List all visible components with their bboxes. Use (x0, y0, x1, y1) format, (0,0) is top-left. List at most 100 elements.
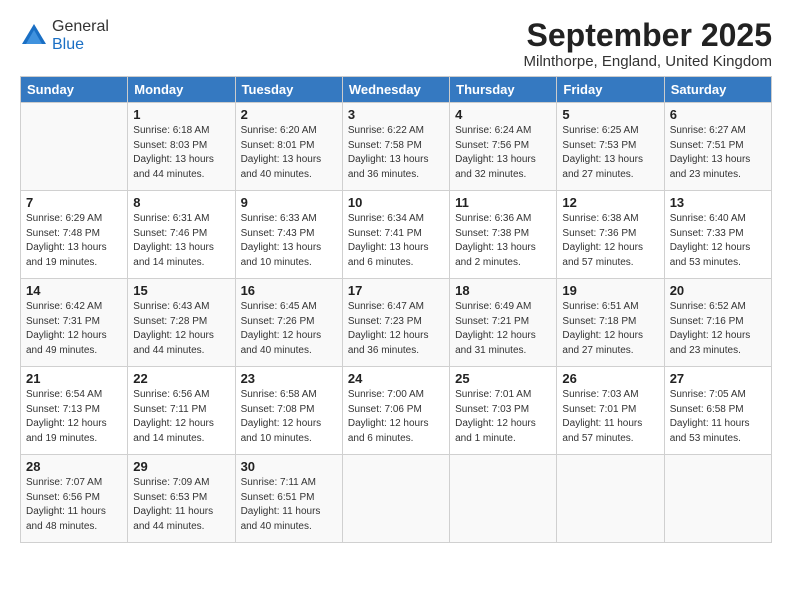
day-info: Sunrise: 6:42 AMSunset: 7:31 PMDaylight:… (26, 300, 122, 358)
calendar-header-friday: Friday (557, 77, 664, 103)
logo-blue: Blue (52, 36, 84, 53)
month-title: September 2025 (524, 18, 772, 53)
day-number: 13 (670, 195, 766, 210)
calendar-cell: 5Sunrise: 6:25 AMSunset: 7:53 PMDaylight… (557, 103, 664, 191)
day-number: 2 (241, 107, 337, 122)
logo-text: General Blue (52, 18, 109, 54)
day-number: 11 (455, 195, 551, 210)
day-number: 6 (670, 107, 766, 122)
day-number: 19 (562, 283, 658, 298)
calendar-cell: 8 Sunrise: 6:31 AMSunset: 7:46 PMDaylight… (128, 191, 235, 279)
calendar-cell: 16Sunrise: 6:45 AMSunset: 7:26 PMDayligh… (235, 279, 342, 367)
logo-general: General (52, 18, 109, 35)
page: General Blue September 2025 Milnthorpe, … (0, 0, 792, 612)
calendar-week-3: 21 Sunrise: 6:54 AMSunset: 7:13 PMDayligh… (21, 367, 772, 455)
day-number: 20 (670, 283, 766, 298)
calendar-cell: 25 Sunrise: 7:01 AMSunset: 7:03 PMDayligh… (450, 367, 557, 455)
calendar-cell: 30Sunrise: 7:11 AMSunset: 6:51 PMDayligh… (235, 455, 342, 543)
day-info: Sunrise: 6:18 AMSunset: 8:03 PMDaylight:… (133, 124, 229, 182)
calendar-header-saturday: Saturday (664, 77, 771, 103)
calendar-header-tuesday: Tuesday (235, 77, 342, 103)
day-info: Sunrise: 6:34 AMSunset: 7:41 PMDaylight:… (348, 212, 444, 270)
day-info: Sunrise: 6:36 AMSunset: 7:38 PMDaylight:… (455, 212, 551, 270)
day-number: 14 (26, 283, 122, 298)
day-info: Sunrise: 6:54 AMSunset: 7:13 PMDaylight:… (26, 388, 122, 446)
day-info: Sunrise: 6:33 AMSunset: 7:43 PMDaylight:… (241, 212, 337, 270)
calendar-cell: 26 Sunrise: 7:03 AMSunset: 7:01 PMDayligh… (557, 367, 664, 455)
header: General Blue September 2025 Milnthorpe, … (20, 18, 772, 70)
day-info: Sunrise: 7:09 AMSunset: 6:53 PMDaylight:… (133, 476, 229, 534)
calendar-cell (664, 455, 771, 543)
calendar-header-row: SundayMondayTuesdayWednesdayThursdayFrid… (21, 77, 772, 103)
calendar-cell: 2 Sunrise: 6:20 AMSunset: 8:01 PMDaylight… (235, 103, 342, 191)
day-number: 1 (133, 107, 229, 122)
day-number: 9 (241, 195, 337, 210)
day-info: Sunrise: 7:00 AMSunset: 7:06 PMDaylight:… (348, 388, 444, 446)
calendar-cell: 7 Sunrise: 6:29 AMSunset: 7:48 PMDaylight… (21, 191, 128, 279)
calendar-cell: 17 Sunrise: 6:47 AMSunset: 7:23 PMDayligh… (342, 279, 449, 367)
calendar-week-1: 7 Sunrise: 6:29 AMSunset: 7:48 PMDaylight… (21, 191, 772, 279)
logo-icon (20, 22, 48, 50)
calendar-cell: 29 Sunrise: 7:09 AMSunset: 6:53 PMDayligh… (128, 455, 235, 543)
calendar-cell: 4Sunrise: 6:24 AMSunset: 7:56 PMDaylight… (450, 103, 557, 191)
calendar-cell: 3 Sunrise: 6:22 AMSunset: 7:58 PMDaylight… (342, 103, 449, 191)
day-info: Sunrise: 7:01 AMSunset: 7:03 PMDaylight:… (455, 388, 551, 446)
day-info: Sunrise: 6:47 AMSunset: 7:23 PMDaylight:… (348, 300, 444, 358)
calendar-cell: 14 Sunrise: 6:42 AMSunset: 7:31 PMDayligh… (21, 279, 128, 367)
calendar-week-0: 1 Sunrise: 6:18 AMSunset: 8:03 PMDaylight… (21, 103, 772, 191)
day-number: 22 (133, 371, 229, 386)
day-number: 3 (348, 107, 444, 122)
day-number: 17 (348, 283, 444, 298)
calendar-cell: 20 Sunrise: 6:52 AMSunset: 7:16 PMDayligh… (664, 279, 771, 367)
calendar-cell: 22 Sunrise: 6:56 AMSunset: 7:11 PMDayligh… (128, 367, 235, 455)
calendar-cell: 6 Sunrise: 6:27 AMSunset: 7:51 PMDaylight… (664, 103, 771, 191)
day-info: Sunrise: 7:11 AMSunset: 6:51 PMDaylight:… (241, 476, 337, 534)
day-info: Sunrise: 6:31 AMSunset: 7:46 PMDaylight:… (133, 212, 229, 270)
day-number: 15 (133, 283, 229, 298)
calendar-cell: 9 Sunrise: 6:33 AMSunset: 7:43 PMDaylight… (235, 191, 342, 279)
calendar-cell: 18Sunrise: 6:49 AMSunset: 7:21 PMDayligh… (450, 279, 557, 367)
day-info: Sunrise: 6:24 AMSunset: 7:56 PMDaylight:… (455, 124, 551, 182)
calendar-cell: 11 Sunrise: 6:36 AMSunset: 7:38 PMDayligh… (450, 191, 557, 279)
calendar-week-2: 14 Sunrise: 6:42 AMSunset: 7:31 PMDayligh… (21, 279, 772, 367)
day-info: Sunrise: 6:56 AMSunset: 7:11 PMDaylight:… (133, 388, 229, 446)
calendar-cell: 27Sunrise: 7:05 AMSunset: 6:58 PMDayligh… (664, 367, 771, 455)
day-number: 8 (133, 195, 229, 210)
title-block: September 2025 Milnthorpe, England, Unit… (524, 18, 772, 70)
calendar-header-monday: Monday (128, 77, 235, 103)
calendar-cell: 24Sunrise: 7:00 AMSunset: 7:06 PMDayligh… (342, 367, 449, 455)
day-info: Sunrise: 6:45 AMSunset: 7:26 PMDaylight:… (241, 300, 337, 358)
day-number: 25 (455, 371, 551, 386)
day-number: 10 (348, 195, 444, 210)
day-info: Sunrise: 6:22 AMSunset: 7:58 PMDaylight:… (348, 124, 444, 182)
day-number: 27 (670, 371, 766, 386)
calendar-header-sunday: Sunday (21, 77, 128, 103)
day-number: 7 (26, 195, 122, 210)
day-info: Sunrise: 6:29 AMSunset: 7:48 PMDaylight:… (26, 212, 122, 270)
day-number: 29 (133, 459, 229, 474)
day-info: Sunrise: 6:27 AMSunset: 7:51 PMDaylight:… (670, 124, 766, 182)
calendar-cell: 21 Sunrise: 6:54 AMSunset: 7:13 PMDayligh… (21, 367, 128, 455)
day-number: 26 (562, 371, 658, 386)
day-info: Sunrise: 6:40 AMSunset: 7:33 PMDaylight:… (670, 212, 766, 270)
calendar-cell (450, 455, 557, 543)
day-info: Sunrise: 6:58 AMSunset: 7:08 PMDaylight:… (241, 388, 337, 446)
calendar-cell (557, 455, 664, 543)
location: Milnthorpe, England, United Kingdom (524, 53, 772, 70)
calendar-header-wednesday: Wednesday (342, 77, 449, 103)
calendar-cell: 23Sunrise: 6:58 AMSunset: 7:08 PMDayligh… (235, 367, 342, 455)
calendar-cell: 15 Sunrise: 6:43 AMSunset: 7:28 PMDayligh… (128, 279, 235, 367)
day-number: 28 (26, 459, 122, 474)
calendar-cell: 10 Sunrise: 6:34 AMSunset: 7:41 PMDayligh… (342, 191, 449, 279)
day-info: Sunrise: 7:07 AMSunset: 6:56 PMDaylight:… (26, 476, 122, 534)
day-info: Sunrise: 6:52 AMSunset: 7:16 PMDaylight:… (670, 300, 766, 358)
day-info: Sunrise: 6:43 AMSunset: 7:28 PMDaylight:… (133, 300, 229, 358)
day-number: 21 (26, 371, 122, 386)
calendar-cell: 19 Sunrise: 6:51 AMSunset: 7:18 PMDayligh… (557, 279, 664, 367)
day-info: Sunrise: 6:51 AMSunset: 7:18 PMDaylight:… (562, 300, 658, 358)
calendar-cell (342, 455, 449, 543)
calendar-header-thursday: Thursday (450, 77, 557, 103)
day-info: Sunrise: 7:03 AMSunset: 7:01 PMDaylight:… (562, 388, 658, 446)
calendar-week-4: 28 Sunrise: 7:07 AMSunset: 6:56 PMDayligh… (21, 455, 772, 543)
day-info: Sunrise: 6:20 AMSunset: 8:01 PMDaylight:… (241, 124, 337, 182)
